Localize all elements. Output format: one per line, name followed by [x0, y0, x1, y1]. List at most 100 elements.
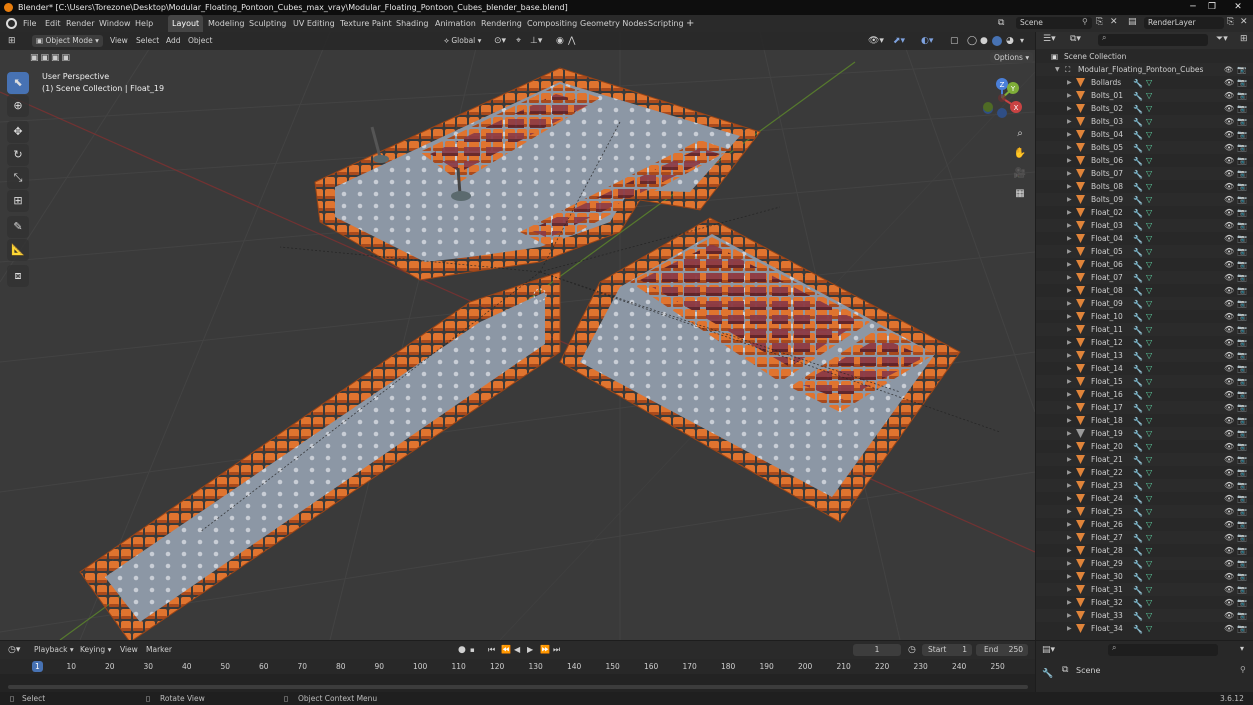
outliner-item[interactable]: ▶ Bolts_05 🔧 ▽ 👁 📷 [1036, 141, 1253, 154]
render-camera-icon[interactable]: 📷 [1237, 141, 1247, 154]
properties-panel[interactable]: ▤▾ ⌕ ▾ 🔧 ⧉ Scene ⚲ [1036, 641, 1253, 692]
jump-keyframe-forward-icon[interactable]: ⏩ [540, 641, 550, 659]
render-camera-icon[interactable]: 📷 [1237, 323, 1247, 336]
outliner-item[interactable]: ▶ Float_11 🔧 ▽ 👁 📷 [1036, 323, 1253, 336]
tab-shading[interactable]: Shading [396, 15, 429, 32]
delete-layer-icon[interactable]: ✕ [1240, 17, 1248, 27]
outliner-item[interactable]: ▶ Float_09 🔧 ▽ 👁 📷 [1036, 297, 1253, 310]
render-layer-selector[interactable]: RenderLayer [1144, 17, 1224, 29]
new-layer-icon[interactable]: ⎘ [1227, 17, 1234, 27]
mesh-data-icon[interactable]: ▽ [1146, 583, 1152, 596]
render-camera-icon[interactable]: 📷 [1237, 388, 1247, 401]
menu-view[interactable]: View [110, 32, 128, 50]
outliner-item[interactable]: ▶ Bolts_09 🔧 ▽ 👁 📷 [1036, 193, 1253, 206]
outliner-item[interactable]: ▶ Float_30 🔧 ▽ 👁 📷 [1036, 570, 1253, 583]
render-camera-icon[interactable]: 📷 [1237, 271, 1247, 284]
expand-arrow-icon[interactable]: ▶ [1067, 323, 1072, 336]
outliner-item[interactable]: ▶ Float_05 🔧 ▽ 👁 📷 [1036, 245, 1253, 258]
add-cube-tool[interactable]: ⧈ [7, 265, 29, 287]
expand-arrow-icon[interactable]: ▶ [1067, 115, 1072, 128]
visibility-eye-icon[interactable]: 👁 [1224, 570, 1234, 583]
tab-scripting[interactable]: Scripting [648, 15, 684, 32]
mesh-data-icon[interactable]: ▽ [1146, 245, 1152, 258]
play-icon[interactable]: ▶ [527, 641, 533, 659]
rotate-tool[interactable]: ↻ [7, 144, 29, 166]
mesh-data-icon[interactable]: ▽ [1146, 258, 1152, 271]
render-camera-icon[interactable]: 📷 [1237, 76, 1247, 89]
perspective-toggle-icon[interactable]: ▦ [1011, 185, 1029, 203]
menu-add[interactable]: Add [166, 32, 181, 50]
mesh-data-icon[interactable]: ▽ [1146, 440, 1152, 453]
overlay-toggle-icon[interactable]: ◐▾ [921, 32, 933, 50]
expand-arrow-icon[interactable]: ▶ [1067, 167, 1072, 180]
visibility-eye-icon[interactable]: 👁 [1224, 154, 1234, 167]
expand-arrow-icon[interactable]: ▶ [1067, 518, 1072, 531]
mesh-data-icon[interactable]: ▽ [1146, 349, 1152, 362]
outliner-item[interactable]: ▶ Bolts_03 🔧 ▽ 👁 📷 [1036, 115, 1253, 128]
jump-start-icon[interactable]: ⏮ [488, 641, 495, 659]
expand-arrow-icon[interactable]: ▶ [1067, 141, 1072, 154]
menu-render[interactable]: Render [66, 15, 94, 32]
visibility-eye-icon[interactable]: 👁 [1224, 232, 1234, 245]
expand-arrow-icon[interactable]: ▶ [1067, 401, 1072, 414]
record-keyframe-icon[interactable]: ● [458, 641, 466, 659]
outliner-item[interactable]: ▶ Bollards 🔧 ▽ 👁 📷 [1036, 76, 1253, 89]
expand-arrow-icon[interactable]: ▶ [1067, 479, 1072, 492]
visibility-eye-icon[interactable]: 👁 [1224, 440, 1234, 453]
render-camera-icon[interactable]: 📷 [1237, 427, 1247, 440]
render-camera-icon[interactable]: 📷 [1237, 492, 1247, 505]
mesh-data-icon[interactable]: ▽ [1146, 154, 1152, 167]
mesh-data-icon[interactable]: ▽ [1146, 167, 1152, 180]
visibility-eye-icon[interactable]: 👁 [1224, 466, 1234, 479]
render-camera-icon[interactable]: 📷 [1237, 401, 1247, 414]
expand-arrow-icon[interactable]: ▶ [1067, 206, 1072, 219]
menu-help[interactable]: Help [135, 15, 153, 32]
expand-arrow-icon[interactable]: ▶ [1067, 362, 1072, 375]
render-camera-icon[interactable]: 📷 [1237, 180, 1247, 193]
render-camera-icon[interactable]: 📷 [1237, 349, 1247, 362]
visibility-eye-icon[interactable]: 👁 [1224, 63, 1234, 76]
expand-arrow-icon[interactable]: ▶ [1067, 583, 1072, 596]
scale-tool[interactable]: ⤡ [7, 167, 29, 189]
mesh-data-icon[interactable]: ▽ [1146, 427, 1152, 440]
mesh-data-icon[interactable]: ▽ [1146, 375, 1152, 388]
visibility-eye-icon[interactable]: 👁 [1224, 102, 1234, 115]
render-camera-icon[interactable]: 📷 [1237, 505, 1247, 518]
tab-layout[interactable]: Layout [168, 15, 204, 32]
visibility-eye-icon[interactable]: 👁 [1224, 401, 1234, 414]
render-camera-icon[interactable]: 📷 [1237, 115, 1247, 128]
select-box-tool[interactable]: ⬉ [7, 72, 29, 94]
scene-icon[interactable]: ⧉ [998, 18, 1004, 28]
tab-geometry-nodes[interactable]: Geometry Nodes [580, 15, 647, 32]
mesh-data-icon[interactable]: ▽ [1146, 466, 1152, 479]
expand-arrow-icon[interactable]: ▶ [1067, 505, 1072, 518]
menu-object[interactable]: Object [188, 32, 212, 50]
mesh-data-icon[interactable]: ▽ [1146, 115, 1152, 128]
annotate-tool[interactable]: ✎ [7, 216, 29, 238]
mesh-data-icon[interactable]: ▽ [1146, 323, 1152, 336]
3d-viewport[interactable] [0, 32, 1035, 640]
expand-arrow-icon[interactable]: ▶ [1067, 544, 1072, 557]
mesh-data-icon[interactable]: ▽ [1146, 102, 1152, 115]
render-camera-icon[interactable]: 📷 [1237, 362, 1247, 375]
visibility-eye-icon[interactable]: 👁 [1224, 479, 1234, 492]
pivot-point-icon[interactable]: ⊙▾ [494, 32, 506, 50]
mesh-data-icon[interactable]: ▽ [1146, 193, 1152, 206]
axis-gizmo-svg[interactable]: Z X Y [978, 74, 1028, 124]
render-camera-icon[interactable]: 📷 [1237, 466, 1247, 479]
menu-timeline-view[interactable]: View [120, 641, 138, 659]
outliner-item[interactable]: ▶ Float_14 🔧 ▽ 👁 📷 [1036, 362, 1253, 375]
expand-arrow-icon[interactable]: ▶ [1067, 388, 1072, 401]
mesh-data-icon[interactable]: ▽ [1146, 544, 1152, 557]
properties-pin-icon[interactable]: ⚲ [1240, 665, 1246, 674]
options-button[interactable]: Options ▾ [990, 52, 1034, 63]
menu-file[interactable]: File [23, 15, 36, 32]
mesh-data-icon[interactable]: ▽ [1146, 141, 1152, 154]
visibility-eye-icon[interactable]: 👁 [1224, 297, 1234, 310]
visibility-eye-icon[interactable]: 👁 [1224, 505, 1234, 518]
expand-arrow-icon[interactable]: ▶ [1067, 271, 1072, 284]
expand-arrow-icon[interactable]: ▶ [1067, 128, 1072, 141]
render-camera-icon[interactable]: 📷 [1237, 453, 1247, 466]
mesh-data-icon[interactable]: ▽ [1146, 531, 1152, 544]
mesh-data-icon[interactable]: ▽ [1146, 401, 1152, 414]
